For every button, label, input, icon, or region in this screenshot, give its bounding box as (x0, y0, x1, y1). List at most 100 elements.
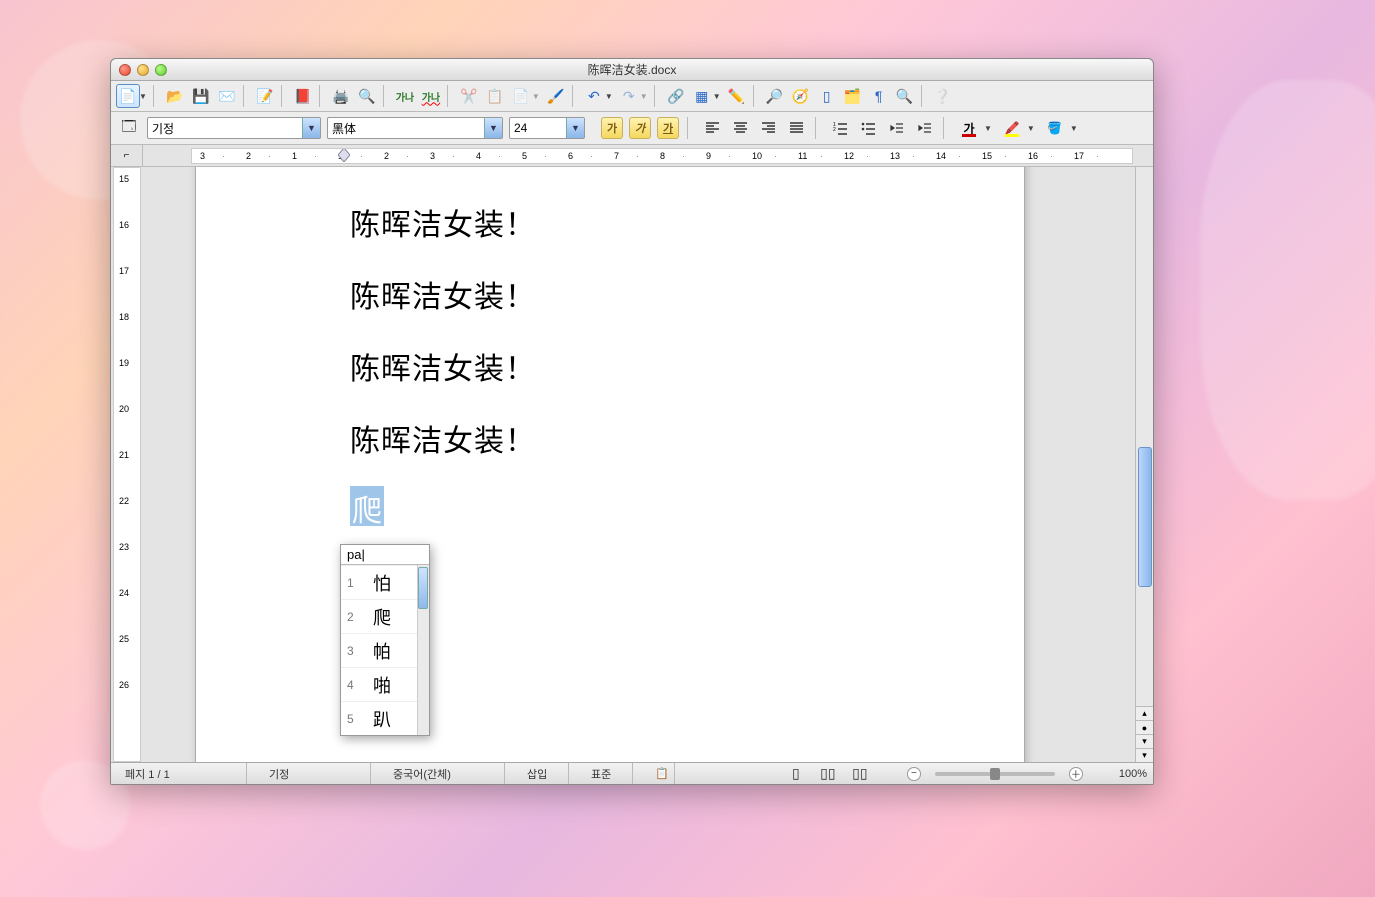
navigator-button[interactable]: 🧭 (789, 84, 813, 108)
styles-window-button[interactable]: 🗔 (117, 116, 141, 140)
new-doc-button[interactable]: 📄 (116, 84, 140, 108)
ime-candidate-item[interactable]: 1怕 (341, 565, 429, 599)
scroll-down-icon[interactable]: ▾ (1136, 734, 1153, 748)
vertical-scrollbar[interactable]: ▴ ● ▾ ▾ (1135, 167, 1153, 762)
help-button[interactable]: ❔ (931, 84, 955, 108)
page-viewport[interactable]: 陈晖洁女装！ 陈晖洁女装！ 陈晖洁女装！ 陈晖洁女装！ 爬 (143, 167, 1135, 762)
status-insert-mode[interactable]: 삽입 (519, 763, 569, 784)
document-text-line[interactable]: 陈晖洁女装！ (350, 272, 536, 316)
nonprinting-chars-button[interactable]: ¶ (867, 84, 891, 108)
gallery-button[interactable]: ▯ (815, 84, 839, 108)
increase-indent-button[interactable] (913, 117, 935, 139)
spellcheck-button[interactable]: 가나 (393, 84, 417, 108)
scrollbar-thumb[interactable] (1138, 447, 1152, 587)
paste-button[interactable]: 📄 (509, 84, 533, 108)
zoom-slider[interactable] (935, 772, 1055, 776)
font-color-button[interactable]: 가 (957, 116, 981, 140)
dropdown-icon[interactable]: ▼ (1027, 124, 1035, 133)
align-center-button[interactable] (729, 117, 751, 139)
dropdown-icon[interactable]: ▼ (532, 92, 540, 101)
find-replace-button[interactable]: 🔎 (763, 84, 787, 108)
align-justify-button[interactable] (785, 117, 807, 139)
highlight-button[interactable]: 🖍️ (1000, 116, 1024, 140)
format-paintbrush-button[interactable]: 🖌️ (544, 84, 568, 108)
ruler-tick-label: 10 (752, 151, 762, 161)
edit-doc-button[interactable]: 📝 (253, 84, 277, 108)
ime-candidate-item[interactable]: 4啪 (341, 667, 429, 701)
print-preview-button[interactable]: 🔍 (355, 84, 379, 108)
status-signature[interactable]: 📋 (647, 763, 675, 784)
ime-candidate-item[interactable]: 5趴 (341, 701, 429, 735)
align-left-button[interactable] (701, 117, 723, 139)
document-text-line[interactable]: 陈晖洁女装！ (350, 344, 536, 388)
scroll-down-icon[interactable]: ▾ (1136, 748, 1153, 762)
ruler-tick-label: 21 (119, 450, 129, 460)
save-button[interactable]: 💾 (189, 84, 213, 108)
font-size-combo[interactable]: 24▼ (509, 117, 585, 139)
ime-candidate-item[interactable]: 3帕 (341, 633, 429, 667)
table-button[interactable]: ▦ (690, 84, 714, 108)
document-text-line[interactable]: 陈晖洁女装！ (350, 200, 536, 244)
ruler-corner[interactable]: ⌐ (111, 145, 143, 166)
ime-candidate-item[interactable]: 2爬 (341, 599, 429, 633)
print-button[interactable]: 🖨️ (329, 84, 353, 108)
ime-scrollbar[interactable] (417, 565, 429, 735)
document-page[interactable]: 陈晖洁女装！ 陈晖洁女装！ 陈晖洁女装！ 陈晖洁女装！ 爬 (195, 167, 1025, 762)
email-button[interactable]: ✉️ (215, 84, 239, 108)
scroll-marker-icon[interactable]: ● (1136, 720, 1153, 734)
dropdown-icon[interactable]: ▼ (713, 92, 721, 101)
zoom-in-button[interactable]: ＋ (1069, 767, 1083, 781)
bold-button[interactable]: 가 (601, 117, 623, 139)
status-selection-mode[interactable]: 표준 (583, 763, 633, 784)
data-sources-button[interactable]: 🗂️ (841, 84, 865, 108)
status-language[interactable]: 중국어(간체) (385, 763, 505, 784)
align-right-button[interactable] (757, 117, 779, 139)
ime-scrollbar-thumb[interactable] (418, 567, 428, 609)
underline-button[interactable]: 가 (657, 117, 679, 139)
preedit-text[interactable]: 爬 (350, 486, 384, 526)
cut-button[interactable]: ✂️ (457, 84, 481, 108)
export-pdf-button[interactable]: 📕 (291, 84, 315, 108)
numbered-list-button[interactable]: 12 (829, 117, 851, 139)
bullet-list-button[interactable] (857, 117, 879, 139)
vertical-ruler[interactable]: 151617181920212223242526 (113, 167, 141, 762)
dropdown-icon[interactable]: ▼ (984, 124, 992, 133)
scroll-up-icon[interactable]: ▴ (1136, 706, 1153, 720)
view-single-page-button[interactable]: ▯ (787, 766, 805, 782)
view-multi-page-button[interactable]: ▯▯ (819, 766, 837, 782)
ime-candidate-char: 帕 (373, 638, 391, 664)
document-text-line[interactable]: 陈晖洁女装！ (350, 416, 536, 460)
ruler-tick-label: 2 (384, 151, 389, 161)
titlebar[interactable]: 陈晖洁女装.docx (111, 59, 1153, 81)
indent-marker-icon[interactable] (338, 148, 350, 164)
zoom-percent[interactable]: 100% (1119, 768, 1147, 780)
decrease-indent-button[interactable] (885, 117, 907, 139)
status-style[interactable]: 기정 (261, 763, 371, 784)
redo-button[interactable]: ↷ (617, 84, 641, 108)
auto-spellcheck-button[interactable]: 가나 (419, 84, 443, 108)
ime-candidate-number: 1 (347, 576, 359, 590)
dropdown-icon[interactable]: ▼ (1070, 124, 1078, 133)
status-page[interactable]: 페지 1 / 1 (117, 763, 247, 784)
undo-button[interactable]: ↶ (582, 84, 606, 108)
dropdown-icon[interactable]: ▼ (640, 92, 648, 101)
zoom-out-button[interactable]: − (907, 767, 921, 781)
copy-button[interactable]: 📋 (483, 84, 507, 108)
ruler-tick-label: 1 (292, 151, 297, 161)
dropdown-icon[interactable]: ▼ (484, 118, 502, 138)
zoom-slider-knob[interactable] (990, 768, 1000, 780)
view-book-button[interactable]: ▯▯ (851, 766, 869, 782)
hyperlink-button[interactable]: 🔗 (664, 84, 688, 108)
background-color-button[interactable]: 🪣 (1043, 116, 1067, 140)
dropdown-icon[interactable]: ▼ (566, 118, 584, 138)
paragraph-style-combo[interactable]: 기정▼ (147, 117, 321, 139)
dropdown-icon[interactable]: ▼ (302, 118, 320, 138)
open-button[interactable]: 📂 (163, 84, 187, 108)
font-name-combo[interactable]: 黑体▼ (327, 117, 503, 139)
dropdown-icon[interactable]: ▼ (605, 92, 613, 101)
italic-button[interactable]: 가 (629, 117, 651, 139)
horizontal-ruler[interactable]: 3·2·1·1·2·3·4·5·6·7·8·9·10·11·12·13·14·1… (191, 148, 1133, 164)
zoom-button-toolbar[interactable]: 🔍 (893, 84, 917, 108)
show-draw-button[interactable]: ✏️ (725, 84, 749, 108)
dropdown-icon[interactable]: ▼ (139, 92, 147, 101)
